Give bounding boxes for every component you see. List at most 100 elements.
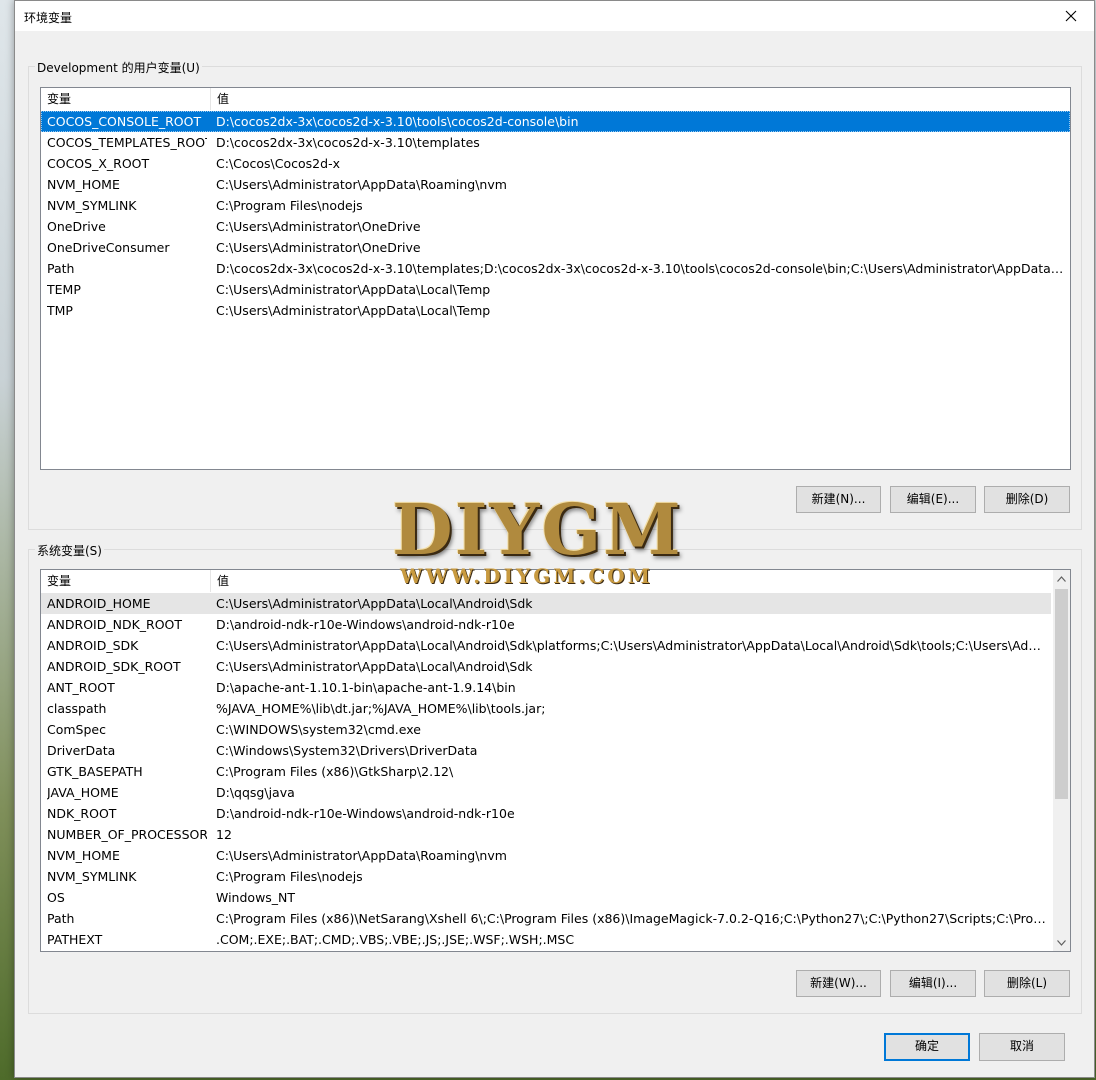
title-bar[interactable]: 环境变量 <box>15 1 1094 31</box>
chevron-up-icon <box>1057 575 1066 582</box>
variable-value-cell: C:\Users\Administrator\AppData\Roaming\n… <box>216 848 507 863</box>
variable-name-cell: COCOS_TEMPLATES_ROOT <box>47 135 207 150</box>
system-delete-button[interactable]: 删除(L) <box>984 970 1070 997</box>
variable-name-cell: Path <box>47 911 75 926</box>
table-row[interactable]: Path D:\cocos2dx-3x\cocos2d-x-3.10\templa… <box>41 258 1070 279</box>
variable-name-cell: PATHEXT <box>47 932 103 947</box>
table-row[interactable]: TMP C:\Users\Administrator\AppData\Local\… <box>41 300 1070 321</box>
close-icon <box>1065 10 1077 22</box>
close-button[interactable] <box>1048 1 1094 31</box>
variable-value-cell: C:\Users\Administrator\AppData\Roaming\n… <box>216 177 507 192</box>
column-header-variable[interactable]: 变量 <box>41 88 210 110</box>
list-header: 变量 值 <box>41 88 1070 110</box>
table-row[interactable]: NVM_HOME C:\Users\Administrator\AppData\R… <box>41 845 1051 866</box>
table-row[interactable]: OS Windows_NT <box>41 887 1051 908</box>
user-delete-button[interactable]: 删除(D) <box>984 486 1070 513</box>
variable-value-cell: D:\android-ndk-r10e-Windows\android-ndk-… <box>216 806 515 821</box>
table-row[interactable]: NVM_SYMLINK C:\Program Files\nodejs <box>41 866 1051 887</box>
variable-name-cell: OneDrive <box>47 219 106 234</box>
user-new-button[interactable]: 新建(N)... <box>796 486 881 513</box>
table-row[interactable]: PATHEXT .COM;.EXE;.BAT;.CMD;.VBS;.VBE;.JS… <box>41 929 1051 950</box>
table-row[interactable]: ANT_ROOT D:\apache-ant-1.10.1-bin\apache-… <box>41 677 1051 698</box>
variable-value-cell: C:\Program Files\nodejs <box>216 869 363 884</box>
variable-name-cell: GTK_BASEPATH <box>47 764 143 779</box>
ok-button[interactable]: 确定 <box>884 1033 970 1061</box>
variable-value-cell: C:\Windows\System32\Drivers\DriverData <box>216 743 478 758</box>
table-row[interactable]: ANDROID_NDK_ROOT D:\android-ndk-r10e-Wind… <box>41 614 1051 635</box>
variable-value-cell: C:\Users\Administrator\AppData\Local\And… <box>216 596 533 611</box>
table-row[interactable]: ANDROID_HOME C:\Users\Administrator\AppDa… <box>41 593 1051 614</box>
system-edit-button[interactable]: 编辑(I)... <box>890 970 976 997</box>
table-row[interactable]: COCOS_CONSOLE_ROOT D:\cocos2dx-3x\cocos2d… <box>41 111 1070 132</box>
scroll-down-button[interactable] <box>1053 934 1070 951</box>
scroll-up-button[interactable] <box>1053 570 1070 587</box>
table-row[interactable]: OneDrive C:\Users\Administrator\OneDrive <box>41 216 1070 237</box>
table-row[interactable]: GTK_BASEPATH C:\Program Files (x86)\GtkSh… <box>41 761 1051 782</box>
variable-value-cell: Windows_NT <box>216 890 296 905</box>
variable-name-cell: classpath <box>47 701 107 716</box>
system-variables-list[interactable]: 变量 值 ANDROID_HOME C:\Users\Administrator\… <box>40 569 1071 952</box>
table-row[interactable]: JAVA_HOME D:\qqsg\java <box>41 782 1051 803</box>
table-row[interactable]: Path C:\Program Files (x86)\NetSarang\Xsh… <box>41 908 1051 929</box>
variable-value-cell: C:\Users\Administrator\OneDrive <box>216 240 421 255</box>
variable-name-cell: ANT_ROOT <box>47 680 115 695</box>
variable-value-cell: C:\Users\Administrator\OneDrive <box>216 219 421 234</box>
user-variables-list[interactable]: 变量 值 COCOS_CONSOLE_ROOT D:\cocos2dx-3x\co… <box>40 87 1071 470</box>
table-row[interactable]: ANDROID_SDK_ROOT C:\Users\Administrator\A… <box>41 656 1051 677</box>
variable-name-cell: DriverData <box>47 743 116 758</box>
table-row[interactable]: NVM_SYMLINK C:\Program Files\nodejs <box>41 195 1070 216</box>
table-row[interactable]: ANDROID_SDK C:\Users\Administrator\AppDat… <box>41 635 1051 656</box>
table-row[interactable]: DriverData C:\Windows\System32\Drivers\Dr… <box>41 740 1051 761</box>
table-row[interactable]: OneDriveConsumer C:\Users\Administrator\O… <box>41 237 1070 258</box>
variable-name-cell: NVM_HOME <box>47 848 120 863</box>
variable-value-cell: C:\Users\Administrator\AppData\Local\And… <box>216 638 1046 653</box>
vertical-scrollbar[interactable] <box>1053 570 1070 951</box>
column-header-value[interactable]: 值 <box>211 88 1061 110</box>
table-row[interactable]: NDK_ROOT D:\android-ndk-r10e-Windows\andr… <box>41 803 1051 824</box>
variable-value-cell: C:\Cocos\Cocos2d-x <box>216 156 340 171</box>
variable-name-cell: TEMP <box>47 282 81 297</box>
variable-name-cell: NUMBER_OF_PROCESSORS <box>47 827 207 842</box>
system-new-button[interactable]: 新建(W)... <box>796 970 881 997</box>
table-row[interactable]: COCOS_TEMPLATES_ROOT D:\cocos2dx-3x\cocos… <box>41 132 1070 153</box>
variable-name-cell: NDK_ROOT <box>47 806 117 821</box>
scroll-thumb[interactable] <box>1055 589 1068 799</box>
chevron-down-icon <box>1057 939 1066 946</box>
cancel-button[interactable]: 取消 <box>979 1033 1065 1061</box>
variable-value-cell: D:\cocos2dx-3x\cocos2d-x-3.10\tools\coco… <box>216 114 579 129</box>
variable-name-cell: ANDROID_SDK_ROOT <box>47 659 181 674</box>
variable-value-cell: D:\apache-ant-1.10.1-bin\apache-ant-1.9.… <box>216 680 516 695</box>
variable-value-cell: C:\Program Files (x86)\GtkSharp\2.12\ <box>216 764 454 779</box>
variable-value-cell: C:\Users\Administrator\AppData\Local\Tem… <box>216 303 491 318</box>
column-header-value[interactable]: 值 <box>211 570 1051 592</box>
variable-name-cell: OS <box>47 890 65 905</box>
variable-name-cell: NVM_HOME <box>47 177 120 192</box>
variable-name-cell: NVM_SYMLINK <box>47 869 137 884</box>
variable-name-cell: ANDROID_NDK_ROOT <box>47 617 183 632</box>
list-header: 变量 值 <box>41 570 1070 592</box>
variable-name-cell: COCOS_X_ROOT <box>47 156 150 171</box>
variable-name-cell: COCOS_CONSOLE_ROOT <box>47 114 202 129</box>
variable-value-cell: D:\android-ndk-r10e-Windows\android-ndk-… <box>216 617 515 632</box>
variable-value-cell: C:\Users\Administrator\AppData\Local\Tem… <box>216 282 491 297</box>
table-row[interactable]: TEMP C:\Users\Administrator\AppData\Local… <box>41 279 1070 300</box>
system-variables-label: 系统变量(S) <box>35 542 104 559</box>
variable-name-cell: ANDROID_SDK <box>47 638 139 653</box>
table-row[interactable]: COCOS_X_ROOT C:\Cocos\Cocos2d-x <box>41 153 1070 174</box>
column-header-variable[interactable]: 变量 <box>41 570 210 592</box>
variable-name-cell: TMP <box>47 303 73 318</box>
variable-value-cell: C:\Program Files (x86)\NetSarang\Xshell … <box>216 911 1046 926</box>
variable-value-cell: D:\qqsg\java <box>216 785 295 800</box>
user-edit-button[interactable]: 编辑(E)... <box>890 486 976 513</box>
table-row[interactable]: ComSpec C:\WINDOWS\system32\cmd.exe <box>41 719 1051 740</box>
variable-value-cell: C:\WINDOWS\system32\cmd.exe <box>216 722 421 737</box>
table-row[interactable]: NUMBER_OF_PROCESSORS 12 <box>41 824 1051 845</box>
table-row[interactable]: classpath %JAVA_HOME%\lib\dt.jar;%JAVA_HO… <box>41 698 1051 719</box>
window-title: 环境变量 <box>24 11 73 25</box>
variable-value-cell: C:\Users\Administrator\AppData\Local\And… <box>216 659 533 674</box>
table-row[interactable]: NVM_HOME C:\Users\Administrator\AppData\R… <box>41 174 1070 195</box>
user-variables-label: Development 的用户变量(U) <box>35 59 202 76</box>
variable-value-cell: D:\cocos2dx-3x\cocos2d-x-3.10\templates <box>216 135 480 150</box>
variable-name-cell: NVM_SYMLINK <box>47 198 137 213</box>
variable-name-cell: JAVA_HOME <box>47 785 119 800</box>
